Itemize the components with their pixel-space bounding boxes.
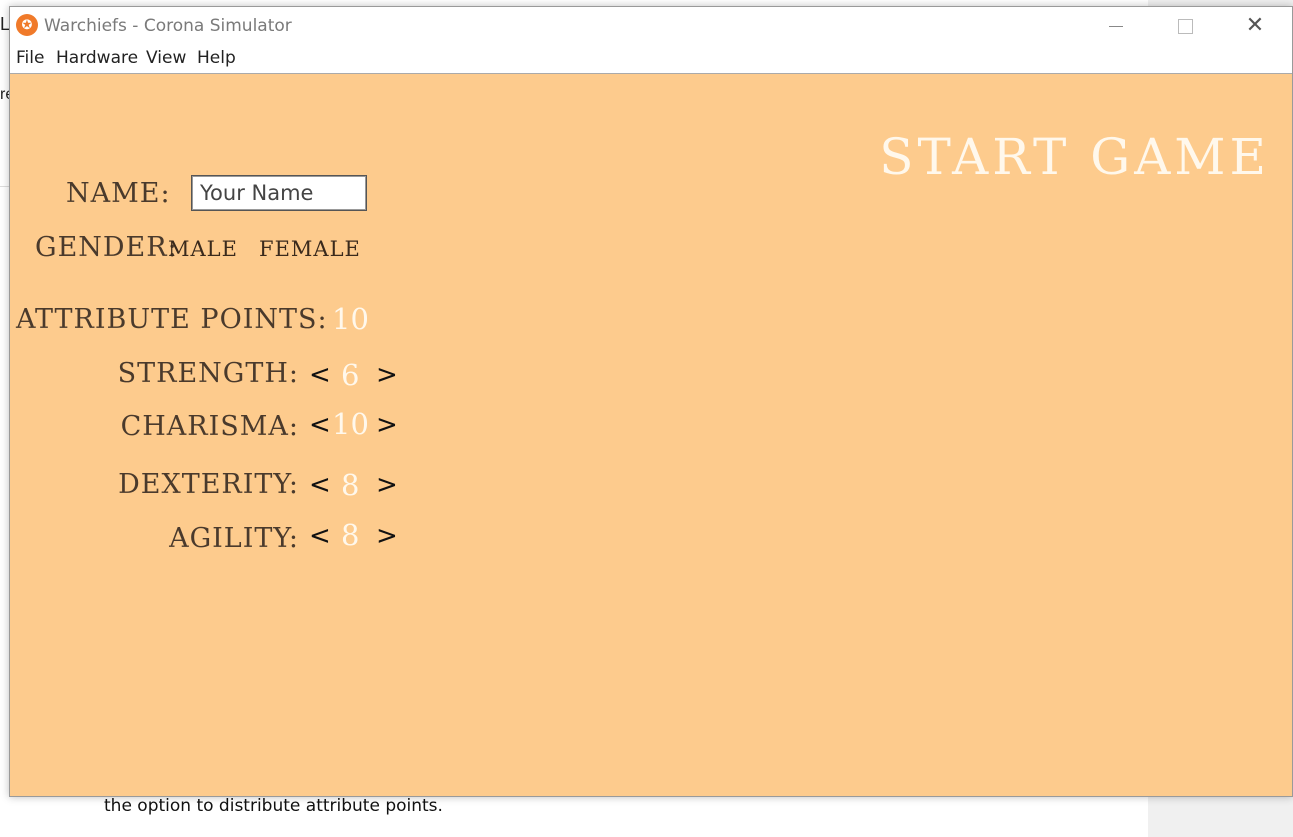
- game-canvas: START GAME NAME: GENDER: MALE FEMALE ATT…: [10, 74, 1292, 796]
- corona-app-icon: ✪: [16, 14, 38, 36]
- gender-male-option[interactable]: MALE: [168, 237, 238, 261]
- dexterity-value: 8: [341, 468, 360, 502]
- attribute-points-label: ATTRIBUTE POINTS:: [16, 304, 328, 335]
- agility-increment-button[interactable]: >: [376, 521, 398, 551]
- menu-bar: File Hardware View Help: [10, 45, 1292, 74]
- dexterity-label: DEXTERITY:: [118, 469, 299, 500]
- background-caption: the option to distribute attribute point…: [104, 796, 443, 816]
- title-bar[interactable]: ✪ Warchiefs - Corona Simulator ✕: [10, 7, 1292, 45]
- agility-value: 8: [341, 518, 360, 552]
- menu-file[interactable]: File: [16, 48, 44, 68]
- minimize-icon: [1109, 25, 1123, 27]
- agility-decrement-button[interactable]: <: [309, 521, 331, 551]
- agility-label: AGILITY:: [169, 523, 299, 554]
- maximize-icon: [1177, 18, 1193, 34]
- menu-hardware[interactable]: Hardware: [56, 48, 138, 68]
- name-input[interactable]: [191, 175, 367, 211]
- dexterity-decrement-button[interactable]: <: [309, 470, 331, 500]
- start-game-button[interactable]: START GAME: [879, 128, 1270, 186]
- strength-decrement-button[interactable]: <: [309, 360, 331, 390]
- maximize-button[interactable]: [1162, 7, 1208, 45]
- charisma-label: CHARISMA:: [120, 411, 299, 442]
- window-title: Warchiefs - Corona Simulator: [44, 16, 292, 36]
- simulator-window: ✪ Warchiefs - Corona Simulator ✕ File Ha…: [9, 6, 1293, 797]
- minimize-button[interactable]: [1093, 7, 1139, 45]
- dexterity-increment-button[interactable]: >: [376, 470, 398, 500]
- menu-view[interactable]: View: [146, 48, 186, 68]
- charisma-value: 10: [332, 407, 369, 441]
- close-icon: ✕: [1245, 12, 1265, 37]
- close-button[interactable]: ✕: [1232, 7, 1278, 45]
- charisma-decrement-button[interactable]: <: [309, 410, 331, 440]
- strength-label: STRENGTH:: [117, 358, 299, 389]
- gender-female-option[interactable]: FEMALE: [259, 237, 361, 261]
- charisma-increment-button[interactable]: >: [376, 410, 398, 440]
- menu-help[interactable]: Help: [197, 48, 236, 68]
- strength-increment-button[interactable]: >: [376, 360, 398, 390]
- attribute-points-value: 10: [332, 302, 369, 336]
- strength-value: 6: [341, 358, 360, 392]
- gender-label: GENDER:: [35, 232, 178, 263]
- name-label: NAME:: [66, 178, 171, 209]
